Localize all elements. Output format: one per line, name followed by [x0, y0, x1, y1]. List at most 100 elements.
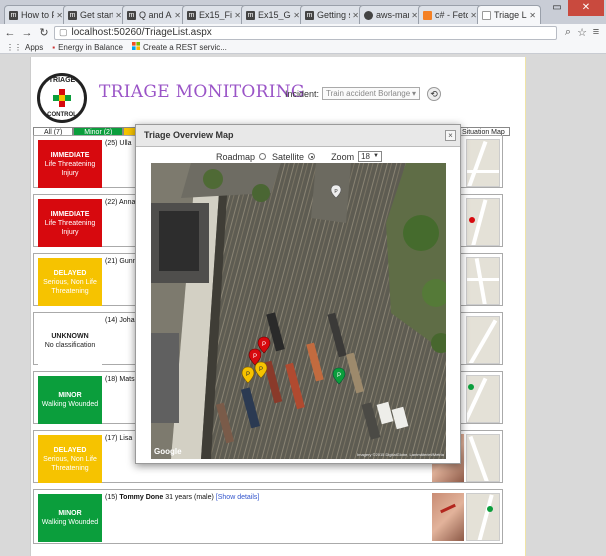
browser-tab-bar: mHow to P✕ mGet starte✕ mQ and A -✕ mEx1… — [0, 0, 606, 24]
google-logo: Google — [154, 447, 182, 456]
stackoverflow-icon — [423, 10, 432, 20]
patient-map-thumbnail[interactable] — [466, 493, 500, 541]
browser-tab[interactable]: c# - Fetch✕ — [418, 5, 482, 24]
browser-toolbar: ← → ↻ ▢ localhost:50260/TriageList.aspx … — [0, 24, 606, 41]
roadmap-label: Roadmap — [216, 151, 256, 162]
incident-label: Incident: — [285, 89, 320, 99]
svg-text:P: P — [259, 367, 263, 373]
tab-favicon-icon: m — [68, 10, 77, 20]
browser-tab[interactable]: mEx15_GetM✕ — [241, 5, 305, 24]
menu-icon[interactable]: ≡ — [589, 26, 603, 39]
map-pin-icon — [469, 217, 475, 223]
search-icon[interactable]: ⌕ — [561, 26, 575, 39]
back-arrow-icon[interactable]: ← — [3, 26, 17, 40]
triage-overview-dialog: Triage Overview Map × Roadmap Satellite … — [135, 124, 461, 464]
satellite-label: Satellite — [272, 151, 305, 162]
incident-select[interactable]: Train accident Borlange ▾ — [322, 87, 420, 100]
close-tab-icon[interactable]: ✕ — [234, 11, 241, 20]
map-pin-icon[interactable]: P — [330, 184, 342, 199]
browser-tab[interactable]: m How to P ✕ — [4, 5, 68, 24]
chevron-down-icon: ▾ — [411, 89, 416, 98]
close-tab-icon[interactable]: ✕ — [529, 11, 536, 20]
show-details-link[interactable]: [Show details] — [216, 494, 260, 501]
browser-tab[interactable]: mGet starte✕ — [63, 5, 127, 24]
satellite-radio[interactable] — [308, 153, 316, 160]
patient-card[interactable]: MINOR Walking Wounded (15) Tommy Done 31 … — [33, 489, 503, 544]
browser-tab[interactable]: aws-mana✕ — [359, 5, 423, 24]
close-tab-icon[interactable]: ✕ — [470, 11, 477, 20]
bookmarks-bar: ⋮⋮ Apps ▪ Energy in Balance Create a REST … — [0, 41, 606, 54]
patient-map-thumbnail[interactable] — [466, 198, 500, 246]
windows-logo-icon — [132, 42, 141, 52]
roadmap-radio[interactable] — [259, 153, 267, 160]
refresh-button[interactable]: ⟲ — [427, 87, 441, 101]
dialog-header[interactable]: Triage Overview Map × — [136, 125, 460, 147]
patient-name: (14) Johan — [105, 317, 139, 324]
patient-name: (25) Ulla — [105, 140, 132, 147]
apps-grid-icon: ⋮⋮ — [6, 42, 22, 52]
svg-text:P: P — [262, 342, 266, 348]
patient-name: (21) Gunn — [105, 258, 137, 265]
map-pin-icon[interactable]: P — [254, 361, 268, 379]
map-markers: P P P P P P — [151, 163, 446, 459]
patient-map-thumbnail[interactable] — [466, 434, 500, 482]
bookmark-rest[interactable]: Create a REST servic... — [132, 42, 227, 52]
dialog-title: Triage Overview Map — [144, 130, 234, 140]
status-badge: MINOR Walking Wounded — [38, 376, 102, 424]
patient-map-thumbnail[interactable] — [466, 257, 500, 305]
triage-control-logo: TRIAGE CONTROL — [37, 73, 87, 123]
patient-name: (18) Mats — [105, 376, 135, 383]
map-pin-icon[interactable]: P — [257, 336, 271, 354]
status-badge: IMMEDIATE Life Threatening Injury — [38, 199, 102, 247]
close-tab-icon[interactable]: ✕ — [411, 11, 418, 20]
satellite-map[interactable]: P P P P P P Google Imagery ©2015 Digital… — [151, 163, 446, 459]
status-badge: MINOR Walking Wounded — [38, 494, 102, 542]
browser-tab-active[interactable]: Triage List✕ — [477, 5, 541, 24]
tab-favicon-icon: m — [187, 10, 196, 20]
map-attribution: Imagery ©2015 DigitalGlobe, Lantmäteriet… — [357, 452, 444, 457]
browser-tab[interactable]: mQ and A -✕ — [122, 5, 186, 24]
github-icon — [364, 10, 373, 20]
forward-arrow-icon[interactable]: → — [20, 26, 34, 40]
star-icon[interactable]: ☆ — [575, 26, 589, 39]
close-tab-icon[interactable]: ✕ — [293, 11, 300, 20]
patient-name: (17) Lisa — [105, 435, 133, 442]
map-pin-icon[interactable]: P — [332, 367, 346, 385]
svg-text:P: P — [253, 354, 257, 360]
zoom-label: Zoom — [331, 151, 355, 162]
status-badge: DELAYED Serious, Non Life Threatening — [38, 258, 102, 306]
patient-name: (15) Tommy Done 31 years (male) [Show de… — [105, 494, 260, 501]
status-badge: IMMEDIATE Life Threatening Injury — [38, 140, 102, 188]
map-options: Roadmap Satellite Zoom 18 ▼ — [216, 151, 382, 162]
tab-favicon-icon: m — [246, 10, 255, 20]
tab-favicon-icon: m — [127, 10, 136, 20]
address-bar[interactable]: ▢ localhost:50260/TriageList.aspx — [54, 25, 557, 40]
chevron-down-icon: ▼ — [372, 153, 379, 159]
map-pin-icon — [468, 384, 474, 390]
patient-photo — [432, 493, 464, 541]
patient-name: (22) Anna — [105, 199, 136, 206]
bookmark-energy[interactable]: ▪ Energy in Balance — [52, 43, 123, 52]
status-badge: DELAYED Serious, Non Life Threatening — [38, 435, 102, 483]
page-title: TRIAGE MONITORING — [99, 82, 305, 102]
browser-tab[interactable]: mEx15_Final✕ — [182, 5, 246, 24]
map-pin-icon[interactable]: P — [241, 366, 255, 384]
zoom-select[interactable]: 18 ▼ — [358, 151, 382, 162]
bookmark-apps[interactable]: ⋮⋮ Apps — [6, 43, 43, 52]
reload-icon[interactable]: ↻ — [37, 26, 51, 40]
triage-cross-icon — [53, 89, 71, 107]
patient-map-thumbnail[interactable] — [466, 139, 500, 187]
close-tab-icon[interactable]: ✕ — [352, 11, 359, 20]
maximize-icon[interactable]: ▭ — [546, 0, 568, 16]
svg-text:P: P — [246, 372, 250, 378]
page-icon — [482, 10, 491, 20]
close-icon[interactable]: × — [445, 130, 456, 141]
close-tab-icon[interactable]: ✕ — [115, 11, 122, 20]
status-badge: UNKNOWN No classification — [38, 317, 102, 365]
close-window-icon[interactable]: ✕ — [568, 0, 604, 16]
close-tab-icon[interactable]: ✕ — [174, 11, 181, 20]
close-tab-icon[interactable]: ✕ — [56, 11, 63, 20]
browser-tab[interactable]: mGetting sp✕ — [300, 5, 364, 24]
patient-map-thumbnail[interactable] — [466, 316, 500, 364]
patient-map-thumbnail[interactable] — [466, 375, 500, 423]
